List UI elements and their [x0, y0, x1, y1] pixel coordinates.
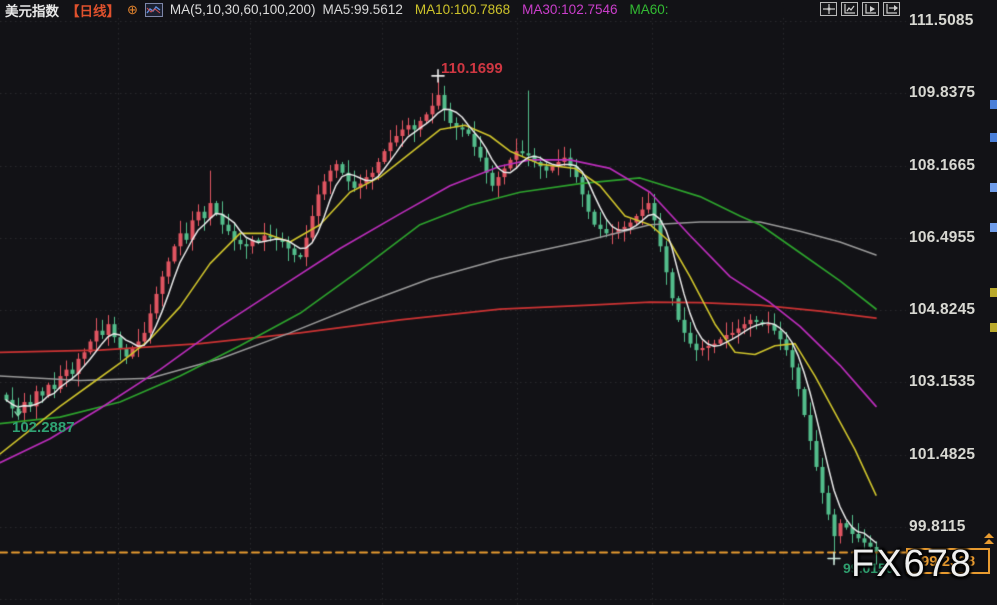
price-axis-label: 108.1665: [909, 157, 993, 175]
price-axis-label: 103.1535: [909, 373, 993, 391]
edge-fragment: [990, 100, 997, 109]
add-indicator-icon[interactable]: ⊕: [127, 2, 138, 18]
candlestick-chart[interactable]: [0, 0, 997, 605]
chart-window: 美元指数 【日线】 ⊕ MA(5,10,30,60,100,200) MA5:9…: [0, 0, 997, 605]
price-axis-label: 111.5085: [909, 12, 993, 30]
ma-legend: MA5:99.5612 MA10:100.7868 MA30:102.7546 MA6…: [323, 2, 669, 17]
price-axis-label: 104.8245: [909, 301, 993, 319]
edge-fragment: [990, 133, 997, 142]
left-low-price-annotation: 102.2887: [12, 419, 75, 436]
peak-price-annotation: 110.1699: [441, 60, 503, 77]
edge-fragment: [990, 288, 997, 297]
edge-fragment: [990, 223, 997, 232]
ma-legend-value-3: MA60:: [629, 2, 668, 17]
edge-fragment: [990, 183, 997, 192]
ma-legend-value-1: MA10:100.7868: [415, 2, 510, 17]
ma-legend-value-0: MA5:99.5612: [323, 2, 403, 17]
crosshair-icon[interactable]: [820, 2, 837, 16]
price-axis-label: 99.8115: [909, 518, 993, 536]
jump-to-latest-icon[interactable]: [983, 533, 995, 547]
edge-fragment: [990, 323, 997, 332]
instrument-title: 美元指数: [5, 0, 59, 20]
chart-thumbnail-icon[interactable]: [145, 3, 163, 17]
ma-parameters-label: MA(5,10,30,60,100,200): [170, 2, 316, 17]
chart-header: 美元指数 【日线】 ⊕ MA(5,10,30,60,100,200) MA5:9…: [5, 1, 669, 18]
timeframe-label[interactable]: 【日线】: [66, 0, 120, 20]
price-axis-label: 109.8375: [909, 84, 993, 102]
indicator-pane-icon[interactable]: [841, 2, 858, 16]
fx678-watermark: FX678: [851, 543, 973, 586]
price-axis-label: 101.4825: [909, 446, 993, 464]
export-chart-icon[interactable]: [883, 2, 900, 16]
price-axis-label: 106.4955: [909, 229, 993, 247]
play-chart-icon[interactable]: [862, 2, 879, 16]
chart-toolbar: [820, 2, 900, 16]
ma-legend-value-2: MA30:102.7546: [522, 2, 617, 17]
